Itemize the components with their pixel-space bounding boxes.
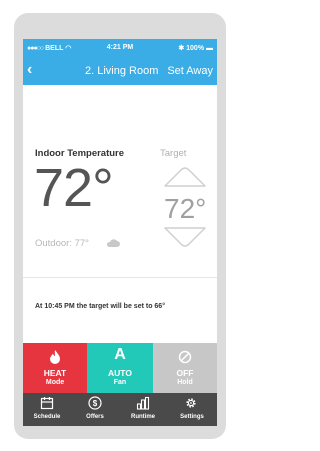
divider (23, 277, 217, 278)
gear-icon (186, 398, 196, 408)
off-icon (178, 350, 192, 364)
calendar-icon (40, 397, 54, 410)
tab-schedule[interactable]: Schedule (23, 393, 71, 426)
target-label: Target (160, 148, 187, 159)
target-temperature-value: 72° (164, 193, 207, 224)
temperature-down-button[interactable] (162, 225, 208, 249)
mode-buttons: HEAT Mode A AUTO Fan OFF Hold (23, 343, 217, 393)
indoor-temperature-value: 72° (34, 158, 114, 218)
heat-mode-label: HEAT (43, 368, 67, 378)
tab-runtime[interactable]: Runtime (119, 393, 167, 426)
auto-fan-button[interactable]: A AUTO Fan (87, 343, 153, 393)
heat-mode-button[interactable]: HEAT Mode (23, 343, 87, 393)
cloud-icon (106, 239, 120, 247)
temperature-up-button[interactable] (162, 165, 208, 189)
tab-offers[interactable]: $ Offers (71, 393, 119, 426)
tab-settings[interactable]: Settings (167, 393, 217, 426)
off-hold-button[interactable]: OFF Hold (153, 343, 217, 393)
bluetooth-icon: ✱ (178, 45, 185, 52)
auto-fan-label: AUTO (108, 368, 132, 378)
app-screen: ●●●○○ BELL ◠ 4:21 PM ✱ 100% ▬ ‹ 2. Livin… (23, 39, 217, 426)
phone-frame: ●●●○○ BELL ◠ 4:21 PM ✱ 100% ▬ ‹ 2. Livin… (14, 13, 226, 439)
heat-mode-sublabel: Mode (45, 379, 65, 386)
tab-bar: Schedule $ Offers Runtime Settings (23, 393, 217, 426)
status-bar: ●●●○○ BELL ◠ 4:21 PM ✱ 100% ▬ (23, 39, 217, 57)
outdoor-temperature: Outdoor: 77° (35, 238, 89, 249)
bar-chart-icon (136, 396, 150, 410)
tab-offers-label: Offers (86, 414, 104, 420)
flame-icon (50, 350, 60, 364)
tab-runtime-label: Runtime (131, 414, 155, 420)
tab-settings-label: Settings (180, 414, 204, 420)
set-away-button[interactable]: Set Away (167, 65, 213, 77)
back-button[interactable]: ‹ (27, 61, 32, 79)
auto-fan-sublabel: Fan (113, 379, 127, 386)
room-title: 2. Living Room (85, 65, 159, 77)
off-hold-sublabel: Hold (177, 379, 193, 386)
battery-percent: 100% (186, 45, 205, 52)
fan-auto-icon: A (114, 346, 126, 363)
battery-status: ✱ 100% ▬ (178, 44, 213, 52)
off-hold-label: OFF (176, 368, 194, 378)
schedule-note: At 10:45 PM the target will be set to 66… (35, 303, 165, 310)
dollar-icon: $ (88, 396, 102, 410)
nav-bar: ‹ 2. Living Room Set Away (23, 57, 217, 85)
tab-schedule-label: Schedule (33, 414, 61, 420)
battery-icon: ▬ (206, 45, 213, 52)
svg-text:$: $ (93, 399, 98, 408)
